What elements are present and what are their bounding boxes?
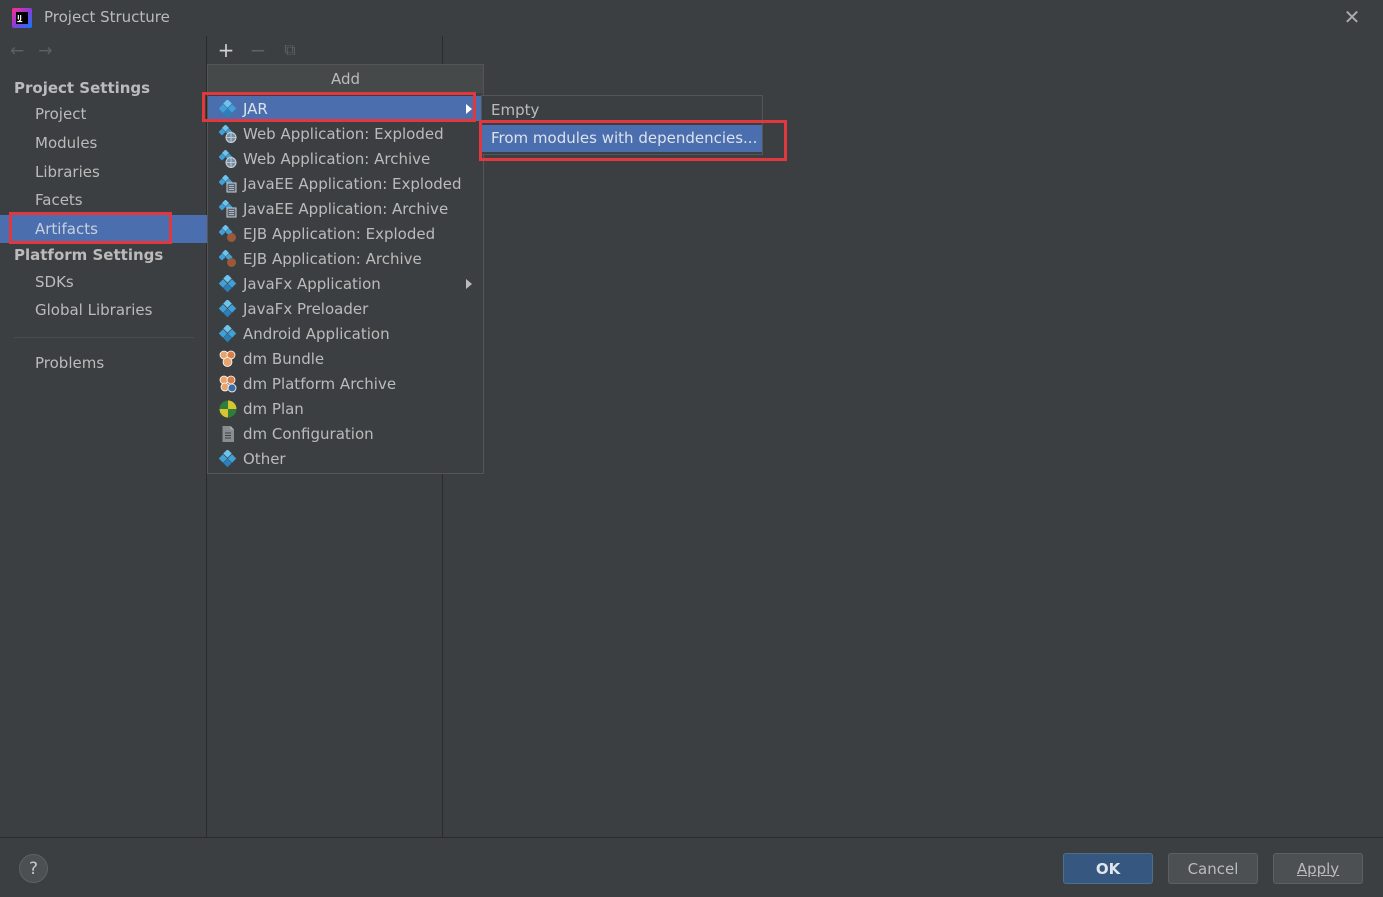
artifact-icon [219,299,237,318]
menu-item-label: Web Application: Exploded [243,124,444,143]
artifacts-toolbar: + − ⧉ [217,38,299,62]
sidebar-item-libraries[interactable]: Libraries [0,158,207,186]
menu-item-javaee-application-exploded[interactable]: JavaEE Application: Exploded [208,171,483,196]
menu-item-label: dm Plan [243,399,304,418]
sidebar-divider [14,337,194,338]
forward-arrow-icon[interactable]: → [38,41,52,61]
menu-item-web-application-exploded[interactable]: Web Application: Exploded [208,121,483,146]
sidebar-item-problems[interactable]: Problems [0,349,207,377]
menu-item-jar[interactable]: JAR [208,96,483,121]
title-bar: IJ Project Structure ✕ [0,0,1383,36]
artifact-icon [219,324,237,343]
dm-plan-icon [219,400,237,418]
add-icon[interactable]: + [217,38,235,62]
platform-settings-header: Platform Settings [14,246,164,264]
dm-bundle-icon [219,350,237,368]
menu-item-label: EJB Application: Archive [243,249,422,268]
jar-submenu: Empty From modules with dependencies... [481,95,763,155]
help-icon[interactable]: ? [19,854,48,883]
dm-config-icon [219,425,237,443]
sidebar-item-sdks[interactable]: SDKs [0,268,207,296]
menu-item-dm-configuration[interactable]: dm Configuration [208,421,483,446]
nav-arrows: ← → [10,41,53,61]
add-popup-menu: Add JAR Web Application: Exploded Web Appl… [207,64,484,474]
ok-button[interactable]: OK [1063,853,1153,884]
javaee-artifact-icon [219,174,237,193]
menu-item-label: JavaFx Application [243,274,381,293]
sidebar-item-facets[interactable]: Facets [0,186,207,214]
menu-item-other[interactable]: Other [208,446,483,471]
menu-item-label: JAR [243,99,268,118]
menu-item-javafx-application[interactable]: JavaFx Application [208,271,483,296]
web-artifact-icon [219,124,237,143]
menu-item-label: JavaEE Application: Exploded [243,174,462,193]
close-icon[interactable]: ✕ [1341,5,1363,29]
menu-item-ejb-application-archive[interactable]: EJB Application: Archive [208,246,483,271]
sidebar-item-modules[interactable]: Modules [0,129,207,157]
menu-item-dm-platform-archive[interactable]: dm Platform Archive [208,371,483,396]
popup-title: Add [208,65,483,93]
menu-item-ejb-application-exploded[interactable]: EJB Application: Exploded [208,221,483,246]
svg-text:IJ: IJ [17,14,21,21]
web-artifact-icon [219,149,237,168]
sidebar-item-global-libraries[interactable]: Global Libraries [0,296,207,324]
dialog-footer: ? OK Cancel Apply [0,837,1383,897]
artifact-icon [219,274,237,293]
dm-platform-icon [219,375,237,393]
sidebar-item-artifacts[interactable]: Artifacts [0,215,207,243]
remove-icon[interactable]: − [249,38,267,62]
artifact-details-pane [444,36,1383,837]
menu-item-dm-plan[interactable]: dm Plan [208,396,483,421]
menu-item-label: dm Platform Archive [243,374,397,393]
sidebar-item-project[interactable]: Project [0,100,207,128]
artifact-icon [219,99,237,118]
menu-item-android-application[interactable]: Android Application [208,321,483,346]
menu-item-dm-bundle[interactable]: dm Bundle [208,346,483,371]
apply-button-label: Apply [1296,859,1340,878]
menu-item-label: dm Configuration [243,424,374,443]
ejb-artifact-icon [219,249,237,268]
back-arrow-icon[interactable]: ← [10,41,24,61]
submenu-arrow-icon [466,104,472,114]
menu-item-javafx-preloader[interactable]: JavaFx Preloader [208,296,483,321]
menu-item-label: dm Bundle [243,349,325,368]
settings-sidebar: ← → Project Settings Project Modules Lib… [0,36,207,837]
submenu-item-from-modules[interactable]: From modules with dependencies... [482,125,762,152]
javaee-artifact-icon [219,199,237,218]
menu-item-javaee-application-archive[interactable]: JavaEE Application: Archive [208,196,483,221]
menu-item-label: JavaEE Application: Archive [243,199,449,218]
copy-icon[interactable]: ⧉ [281,40,299,60]
project-settings-header: Project Settings [14,79,151,97]
submenu-arrow-icon [466,279,472,289]
ejb-artifact-icon [219,224,237,243]
intellij-logo-icon: IJ [12,8,32,28]
apply-button[interactable]: Apply [1273,853,1363,884]
menu-item-label: Other [243,449,286,468]
artifact-icon [219,449,237,468]
menu-item-web-application-archive[interactable]: Web Application: Archive [208,146,483,171]
cancel-button[interactable]: Cancel [1168,853,1258,884]
menu-item-label: EJB Application: Exploded [243,224,436,243]
submenu-item-empty[interactable]: Empty [482,97,762,124]
menu-item-label: JavaFx Preloader [243,299,369,318]
menu-item-label: Android Application [243,324,390,343]
window-title: Project Structure [44,8,170,26]
menu-item-label: Web Application: Archive [243,149,431,168]
